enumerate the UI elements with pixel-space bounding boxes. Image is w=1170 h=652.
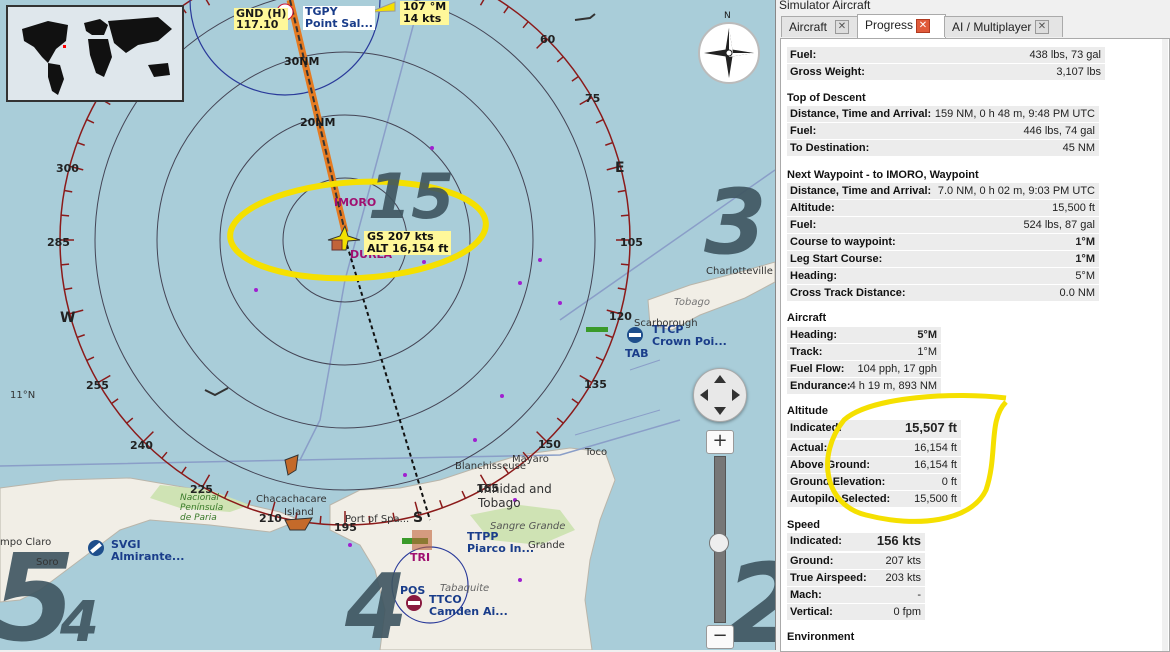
pos-label[interactable]: POS [400,584,425,597]
svgi-airport-label[interactable]: SVGI Almirante... [111,539,184,563]
compass-tick [595,118,604,124]
compass-tick [571,398,579,405]
distance-label: 20NM [300,116,336,129]
compass-tick [61,263,70,266]
ttpp-airport-label[interactable]: TTPP Piarco In... [467,531,534,555]
place-label: mpo Claro [0,537,52,548]
heading-label: 135 [584,378,607,391]
compass-tick [205,0,211,6]
pan-control[interactable] [693,368,747,422]
ttpp-name: Piarco In... [467,542,535,555]
tgpy-name: Point Sal... [305,17,373,30]
compass-tick [571,75,579,82]
aircraft-info-label: GS 207 kts ALT 16,154 ft [364,231,452,255]
ttcp-name: Crown Poi... [652,335,727,348]
world-map-icon [22,17,172,95]
place-label: Port of Spa... [345,514,410,525]
compass-tick [595,356,604,362]
region-number: 15 [368,160,455,233]
heading-label: 285 [47,236,70,249]
compass-tick [503,6,510,14]
place-label: Scarborough [634,318,698,329]
place-label: Trinidad and Tobago [478,482,552,510]
compass-tick [617,287,626,291]
compass-tick [522,21,529,29]
zoom-slider-handle[interactable] [709,533,729,553]
heading-label: W [60,310,76,326]
heading-label: S [413,510,424,526]
simulator-aircraft-panel: Simulator Aircraft Aircraft ✕ Progress ✕… [775,0,1170,652]
place-label: Nacional Península de Paria [180,493,224,523]
compass-tick [620,263,629,266]
heading-label: 75 [585,92,601,105]
heading-label: E [615,160,625,176]
place-label: Charlotteville [706,266,773,277]
compass-tick [617,189,626,193]
compass-tick [319,515,322,524]
compass-tick [605,334,614,339]
place-label: Chacachacare [256,494,327,505]
altitude-label: ALT 16,154 ft [367,242,449,255]
compass-tick [556,56,564,63]
heading-label: 210 [259,512,282,525]
place-label: Sangre Grande [490,521,566,532]
heading-label: 150 [538,438,561,451]
north-compass[interactable] [698,22,760,84]
compass-rose-icon [704,28,754,78]
compass-tick [111,398,119,405]
compass-tick [64,189,73,193]
svgi-name: Almirante... [111,550,185,563]
compass-tick [76,141,85,146]
tab-vor-label[interactable]: TAB [625,347,649,360]
region-number: 3 [704,170,767,275]
compass-tick [556,417,564,424]
gnd-frequency-label[interactable]: GND (H) 117.10 [234,8,289,31]
zoom-in-button[interactable]: + [706,430,734,454]
tgpy-airport-label[interactable]: TGPY Point Sal... [303,6,375,30]
overview-minimap[interactable] [6,5,184,102]
compass-tick [479,0,485,6]
compass-tick [61,214,70,217]
place-label: Mayaro [512,454,549,465]
heading-label: 255 [86,379,109,392]
compass-tick [180,466,187,474]
compass-tick [64,287,73,291]
compass-tick [605,141,614,146]
compass-tick [76,334,85,339]
region-number: 4 [345,555,408,650]
zoom-out-button[interactable]: − [706,625,734,649]
heading-label: 240 [130,439,153,452]
place-label: Island [284,507,314,518]
ttco-airport-label[interactable]: TTCO Camden Ai... [429,594,508,618]
zoom-control[interactable]: + − [706,428,734,650]
latitude-label: 11°N [10,390,36,401]
highlight-annotation [825,393,1008,524]
wind-label: 107 °M 14 kts [400,1,450,25]
distance-label: 30NM [284,55,320,68]
heading-label: 120 [609,310,632,323]
pan-arrows-icon [700,375,740,415]
compass-north-label: N [724,11,731,21]
compass-tick [620,214,629,217]
place-label: Soro [36,557,59,568]
wind-speed: 14 kts [403,12,442,25]
waypoint-imoro[interactable]: IMORO [334,196,376,209]
heading-label: 300 [56,162,79,175]
compass-tick [86,118,95,124]
compass-tick [86,356,95,362]
place-label: Grande [528,540,565,551]
place-label: Tobago [674,297,710,308]
heading-label: 60 [540,33,556,46]
gnd-freq: 117.10 [236,18,279,31]
ttco-name: Camden Ai... [429,605,508,618]
place-label: Tabaquite [440,583,490,594]
trt-label[interactable]: TRI [410,551,430,564]
heading-label: 105 [620,236,643,249]
compass-tick [161,451,168,459]
place-label: Toco [585,447,608,458]
compass-tick [126,417,134,424]
region-number: 4 [60,590,99,650]
map-view[interactable]: 15 3 5 4 2 4 60 75 E 105 120 135 150 165… [0,0,775,650]
